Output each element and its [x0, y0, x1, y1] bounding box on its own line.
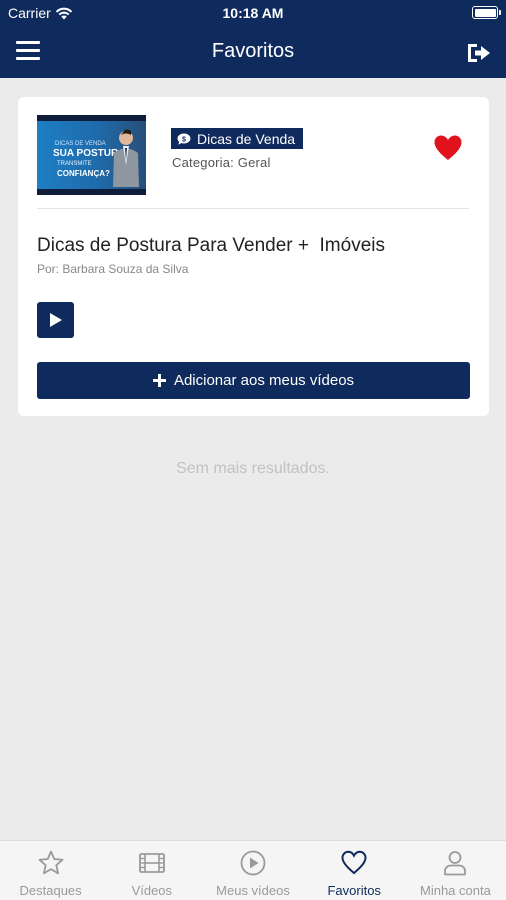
plus-icon: [152, 374, 166, 387]
tab-label-meus-videos: Meus vídeos: [216, 883, 290, 898]
tab-label-videos: Vídeos: [131, 883, 173, 898]
heart-icon: [341, 850, 367, 875]
chat-bubble-icon: $: [177, 133, 191, 145]
no-more-results-message: Sem mais resultados.: [176, 460, 330, 477]
tab-favoritos[interactable]: Favoritos: [304, 841, 405, 900]
svg-text:$: $: [182, 136, 186, 143]
thumbnail-text-line3: TRANSMITE: [57, 161, 92, 167]
tab-minha-conta[interactable]: Minha conta: [405, 841, 506, 900]
tab-videos[interactable]: Vídeos: [101, 841, 202, 900]
category-tag-label: Dicas de Venda: [197, 130, 296, 147]
thumbnail-text-line4: CONFIANÇA?: [57, 169, 110, 178]
presenter-image: [113, 129, 139, 187]
user-icon: [444, 851, 467, 876]
logout-icon[interactable]: [466, 41, 492, 65]
tab-meus-videos[interactable]: Meus vídeos: [202, 841, 303, 900]
thumbnail-text-line1: DICAS DE VENDA: [55, 141, 106, 147]
play-button[interactable]: [37, 302, 74, 338]
card-divider: [37, 208, 469, 209]
status-time: 10:18 AM: [222, 5, 284, 21]
status-bar: Carrier 10:18 AM: [0, 0, 506, 28]
battery-icon: [472, 6, 501, 19]
category-tag: $ Dicas de Venda: [171, 128, 304, 149]
add-to-my-videos-label: Adicionar aos meus vídeos: [173, 372, 355, 389]
play-icon: [49, 313, 62, 327]
tab-destaques[interactable]: Destaques: [0, 841, 101, 900]
video-thumbnail[interactable]: DICAS DE VENDA SUA POSTURA TRANSMITE CON…: [37, 115, 146, 195]
page-title: Favoritos: [211, 40, 295, 62]
add-to-my-videos-button[interactable]: Adicionar aos meus vídeos: [37, 362, 470, 399]
film-icon: [138, 853, 165, 873]
tab-label-minha-conta: Minha conta: [420, 883, 491, 898]
favorite-heart-icon[interactable]: [433, 134, 463, 162]
navigation-bar: Favoritos: [0, 28, 506, 78]
video-title: Dicas de Postura Para Vender + Imóveis: [37, 235, 385, 256]
tab-label-destaques: Destaques: [19, 883, 82, 898]
video-author: Por: Barbara Souza da Silva: [37, 262, 189, 276]
top-bar: Carrier 10:18 AM Favoritos: [0, 0, 506, 78]
tab-bar: Destaques Vídeos Meus vídeos Favoritos M…: [0, 840, 506, 900]
tab-label-favoritos: Favoritos: [327, 883, 381, 898]
category-label: Categoria: Geral: [172, 155, 271, 170]
play-circle-icon: [240, 850, 266, 876]
star-icon: [38, 850, 63, 875]
